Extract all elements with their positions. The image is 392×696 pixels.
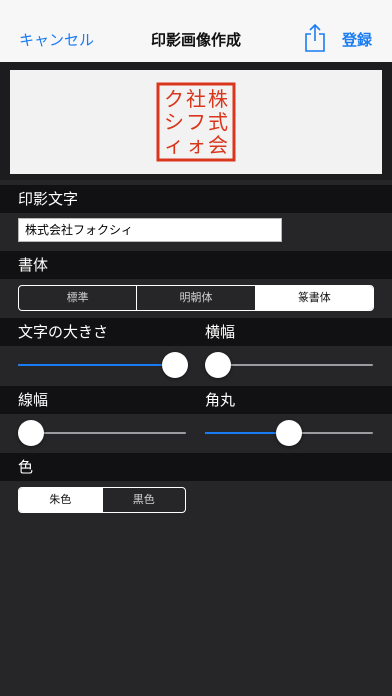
- navigation-bar: キャンセル 印影画像作成 登録: [0, 0, 392, 63]
- width-label: 横幅: [205, 323, 236, 341]
- font-label: 書体: [18, 256, 49, 274]
- slider-thumb[interactable]: [276, 420, 302, 446]
- color-segmented-control: 朱色 黒色: [18, 487, 186, 513]
- font-segmented-control: 標準 明朝体 篆書体: [18, 285, 374, 311]
- section-header-line-corner: 線幅 角丸: [0, 386, 392, 414]
- seal-character: ォ: [186, 133, 206, 157]
- font-option-standard[interactable]: 標準: [19, 286, 138, 310]
- line-width-slider[interactable]: [18, 418, 186, 448]
- seal-character: シ: [164, 110, 184, 134]
- font-option-mincho[interactable]: 明朝体: [137, 286, 256, 310]
- seal-character: ィ: [164, 133, 184, 157]
- slider-fill: [18, 364, 175, 366]
- line-width-label: 線幅: [18, 391, 49, 409]
- color-option-vermilion[interactable]: 朱色: [19, 488, 103, 512]
- slider-thumb[interactable]: [205, 352, 231, 378]
- seal-text-input[interactable]: 株式会社フォクシィ: [18, 218, 282, 242]
- font-option-tensho[interactable]: 篆書体: [255, 286, 373, 310]
- char-size-slider[interactable]: [18, 350, 188, 380]
- seal-character: 株: [208, 87, 228, 111]
- slider-thumb[interactable]: [162, 352, 188, 378]
- seal-text-label: 印影文字: [18, 190, 79, 208]
- width-slider[interactable]: [205, 350, 373, 380]
- seal-character: 社: [186, 87, 206, 111]
- section-header-font: 書体: [0, 251, 392, 279]
- page-title: 印影画像作成: [150, 31, 241, 49]
- seal-character: 式: [208, 110, 228, 134]
- seal-character: フ: [186, 110, 206, 134]
- corner-slider[interactable]: [205, 418, 373, 448]
- share-icon[interactable]: [303, 23, 327, 53]
- section-header-size-width: 文字の大きさ 横幅: [0, 318, 392, 346]
- color-label: 色: [18, 458, 34, 476]
- section-header-color: 色: [0, 453, 392, 481]
- seal-character: 会: [208, 133, 228, 157]
- register-button[interactable]: 登録: [342, 31, 372, 49]
- color-option-black[interactable]: 黒色: [103, 488, 186, 512]
- seal-image: 株式会社フォクシィ: [156, 82, 236, 162]
- seal-character: ク: [164, 87, 184, 111]
- section-header-seal-text: 印影文字: [0, 185, 392, 213]
- corner-label: 角丸: [205, 391, 236, 409]
- slider-thumb[interactable]: [18, 420, 44, 446]
- char-size-label: 文字の大きさ: [18, 323, 109, 341]
